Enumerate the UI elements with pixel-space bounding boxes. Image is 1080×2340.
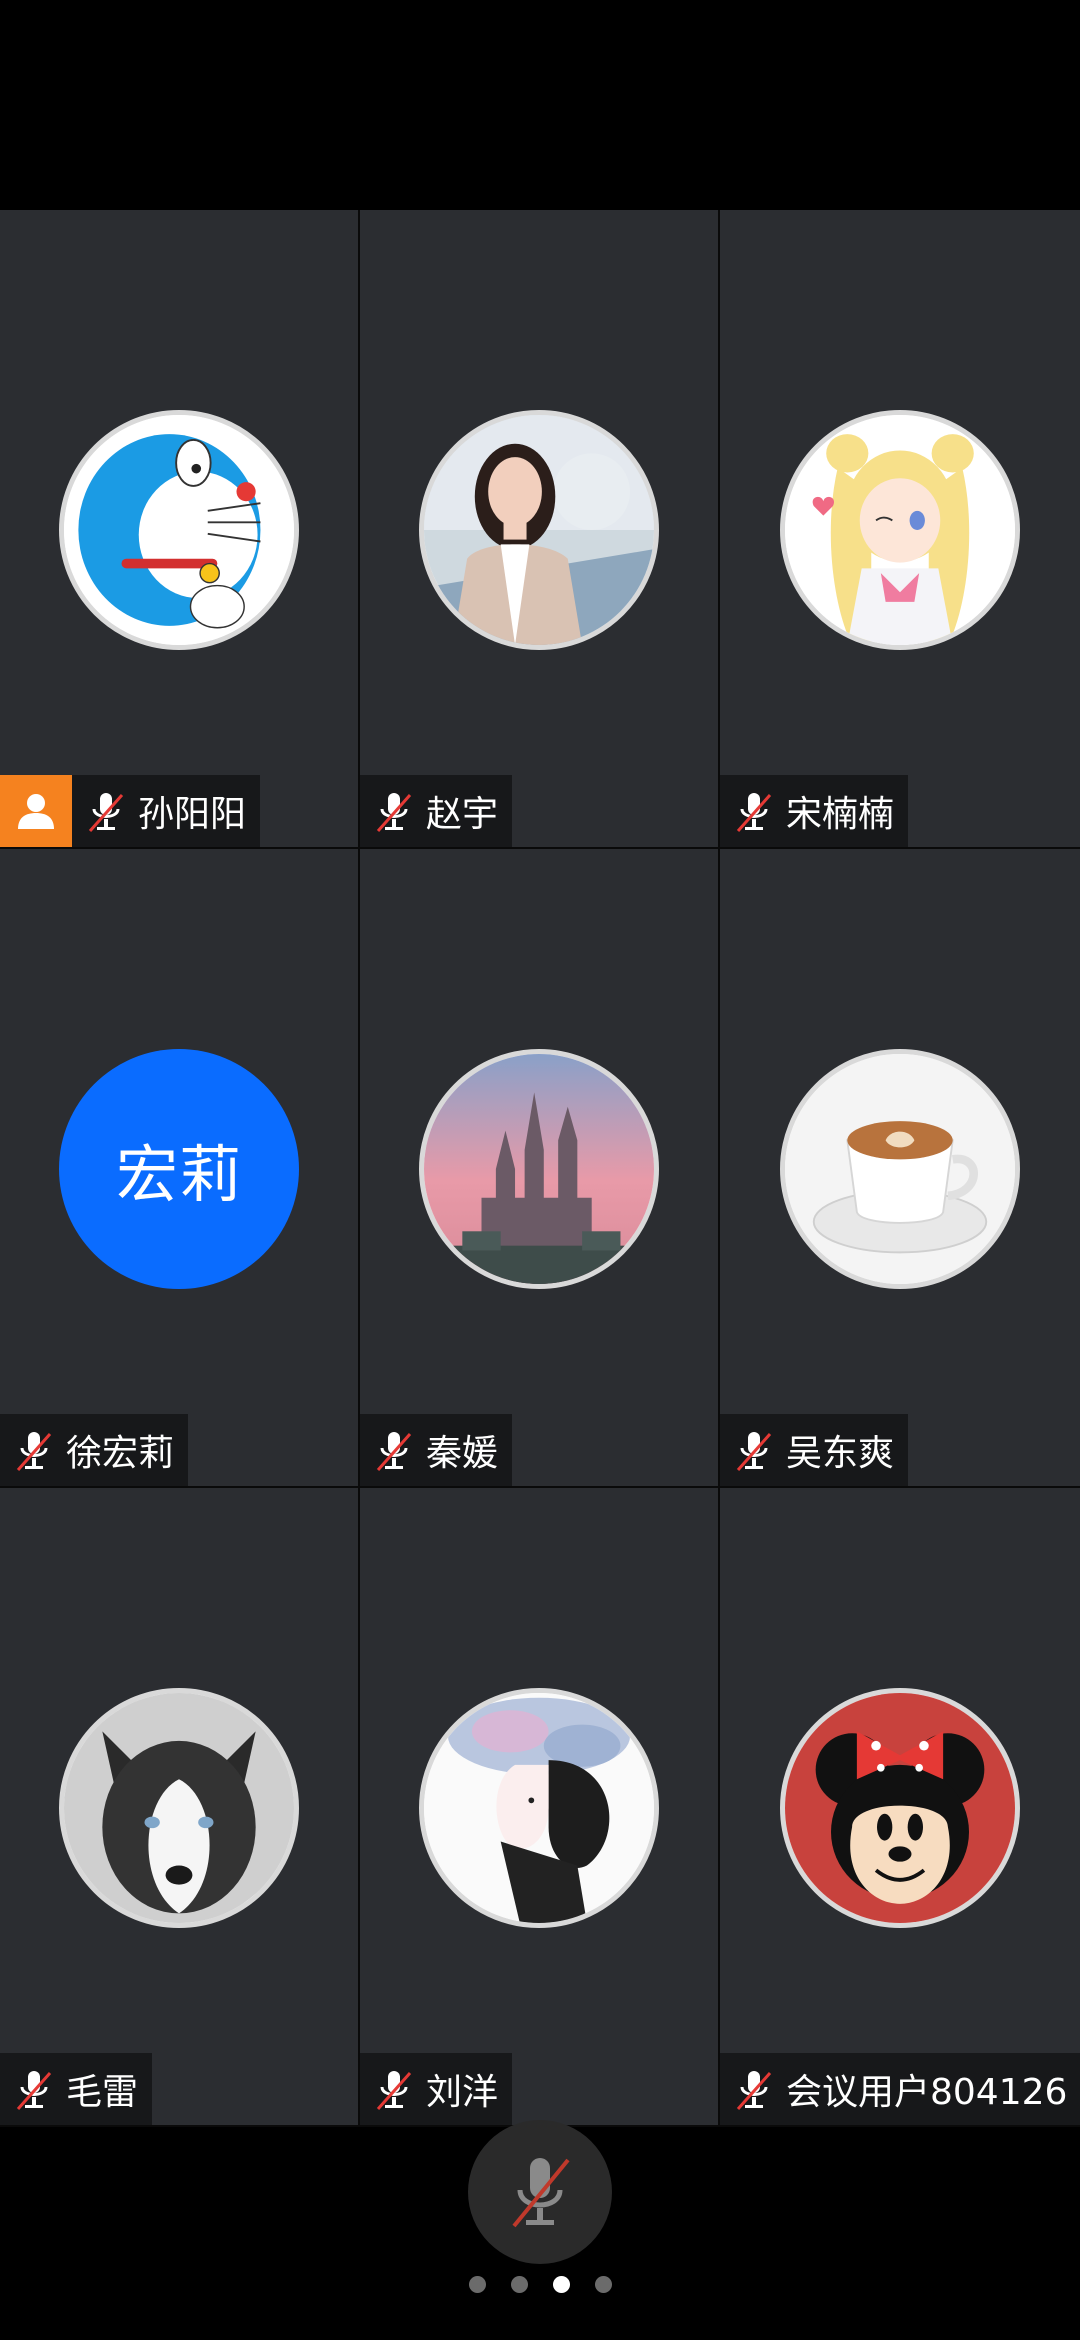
participant-tile[interactable]: 宋楠楠	[720, 210, 1080, 849]
participant-grid: 孙阳阳 赵宇 宋楠楠 宏莉 徐宏莉 秦媛 吴东爽 毛雷 刘洋 会议用户80412…	[0, 210, 1080, 2128]
participant-name-tag: 孙阳阳	[0, 775, 261, 847]
participant-tile[interactable]: 孙阳阳	[0, 210, 360, 849]
doraemon-avatar	[59, 410, 299, 650]
anime-girl-avatar	[780, 410, 1020, 650]
participant-name: 孙阳阳	[138, 794, 247, 835]
page-dot-active[interactable]	[552, 2276, 570, 2293]
participant-name-tag: 赵宇	[360, 775, 513, 847]
participant-tile[interactable]: 宏莉 徐宏莉	[0, 849, 360, 1488]
text-avatar: 宏莉	[59, 1049, 299, 1289]
mic-muted-icon	[88, 793, 124, 832]
page-dot[interactable]	[468, 2276, 486, 2293]
page-indicator[interactable]	[0, 2276, 1080, 2293]
host-badge	[0, 775, 72, 847]
participant-name-tag: 秦媛	[360, 1414, 513, 1486]
participant-tile[interactable]: 吴东爽	[720, 849, 1080, 1488]
mic-muted-icon	[16, 2071, 52, 2110]
meeting-screen: 孙阳阳 赵宇 宋楠楠 宏莉 徐宏莉 秦媛 吴东爽 毛雷 刘洋 会议用户80412…	[0, 0, 1080, 2340]
participant-tile[interactable]: 刘洋	[360, 1488, 720, 2127]
mic-muted-icon	[376, 793, 412, 832]
mic-muted-icon	[376, 2071, 412, 2110]
participant-name-tag: 刘洋	[360, 2053, 513, 2125]
participant-tile[interactable]: 会议用户804126	[720, 1488, 1080, 2127]
mic-toggle-button[interactable]	[468, 2120, 612, 2264]
participant-tile[interactable]: 毛雷	[0, 1488, 360, 2127]
participant-name-tag: 会议用户804126	[720, 2053, 1080, 2125]
castle-avatar	[419, 1049, 659, 1289]
participant-tile[interactable]: 秦媛	[360, 849, 720, 1488]
participant-name: 刘洋	[426, 2072, 499, 2113]
participant-name-tag: 宋楠楠	[720, 775, 909, 847]
participant-name: 秦媛	[426, 1433, 499, 1474]
participant-name: 宋楠楠	[786, 794, 895, 835]
woman-photo-avatar	[419, 410, 659, 650]
page-dot[interactable]	[594, 2276, 612, 2293]
participant-name: 毛雷	[66, 2072, 139, 2113]
mic-muted-icon	[736, 1432, 772, 1471]
participant-name-tag: 徐宏莉	[0, 1414, 189, 1486]
person-icon	[18, 794, 54, 829]
participant-name: 会议用户804126	[786, 2072, 1068, 2113]
mic-muted-icon	[16, 1432, 52, 1471]
mic-muted-icon	[376, 1432, 412, 1471]
page-dot[interactable]	[510, 2276, 528, 2293]
participant-tile[interactable]: 赵宇	[360, 210, 720, 849]
husky-dog-avatar	[59, 1688, 299, 1928]
mic-muted-icon	[736, 2071, 772, 2110]
participant-name: 赵宇	[426, 794, 499, 835]
microphone-muted-icon	[512, 2158, 570, 2228]
minnie-mouse-avatar	[780, 1688, 1020, 1928]
mic-muted-icon	[736, 793, 772, 832]
illustrated-woman-avatar	[419, 1688, 659, 1928]
coffee-cup-avatar	[780, 1049, 1020, 1289]
participant-name: 徐宏莉	[66, 1433, 175, 1474]
participant-name: 吴东爽	[786, 1433, 895, 1474]
participant-name-tag: 吴东爽	[720, 1414, 909, 1486]
participant-name-tag: 毛雷	[0, 2053, 153, 2125]
